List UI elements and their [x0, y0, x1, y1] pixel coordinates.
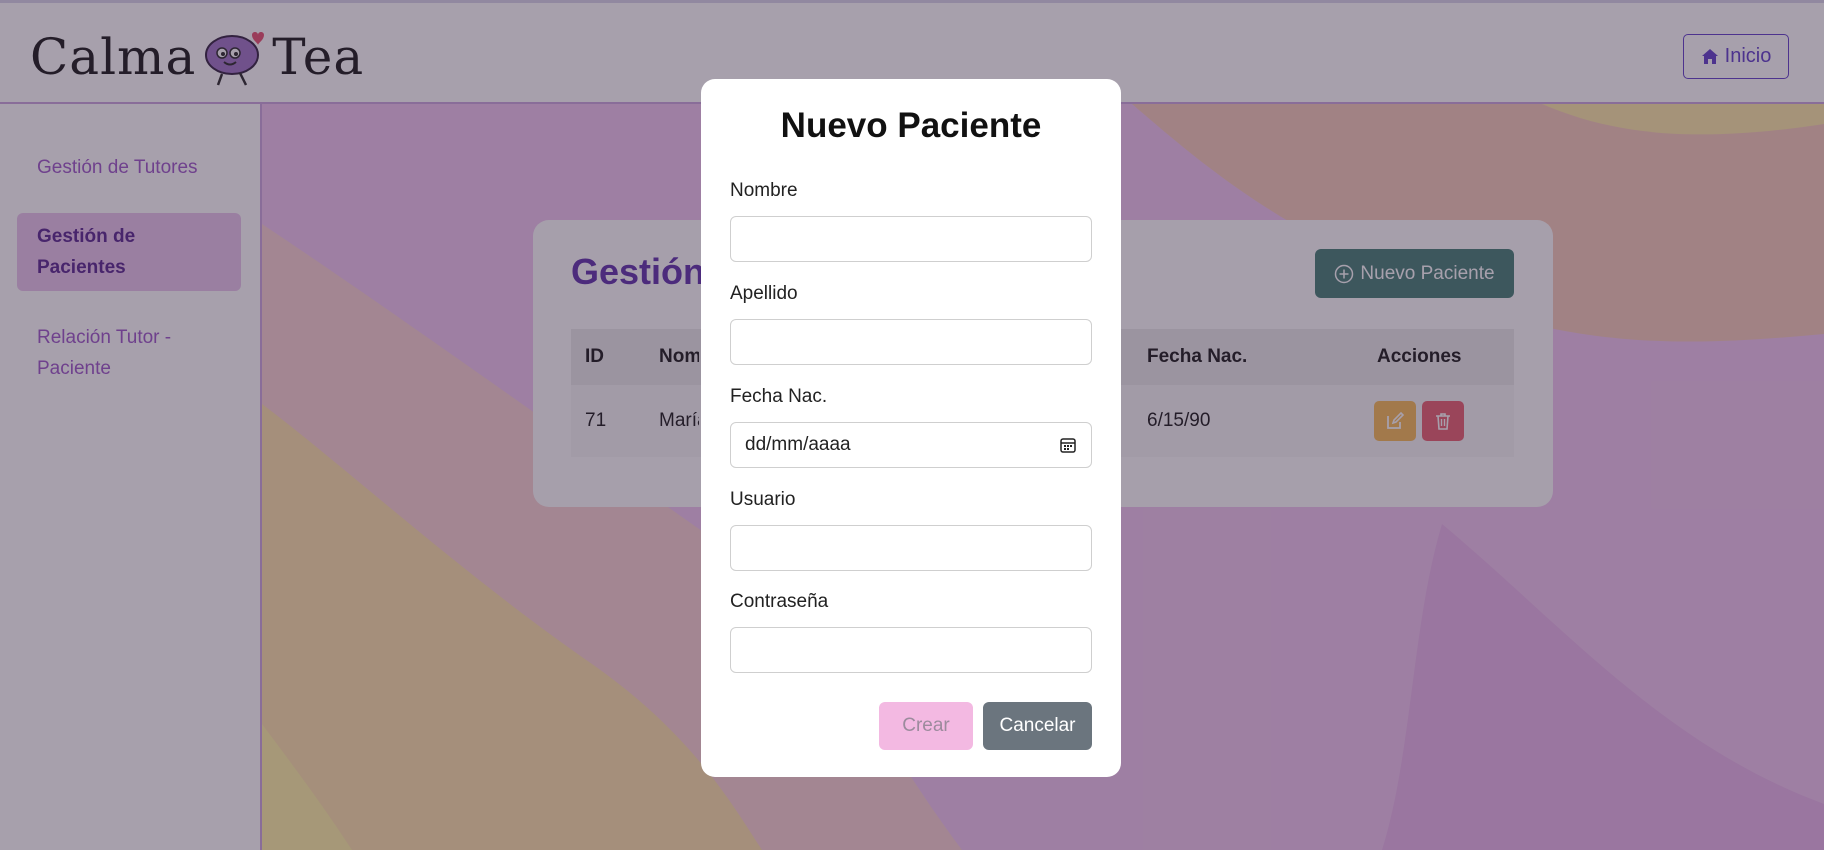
fecha-label: Fecha Nac.	[730, 386, 828, 407]
cancel-button[interactable]: Cancelar	[983, 702, 1092, 750]
nombre-input[interactable]	[730, 216, 1092, 262]
app: Calma Tea Inicio Gestión de Tutores Gest…	[0, 0, 1824, 850]
usuario-label: Usuario	[730, 489, 796, 510]
fecha-placeholder: dd/mm/aaaa	[745, 434, 851, 455]
apellido-input[interactable]	[730, 319, 1092, 365]
fecha-input[interactable]: dd/mm/aaaa	[730, 422, 1092, 468]
modal-title: Nuevo Paciente	[780, 106, 1042, 145]
calendar-icon[interactable]	[1059, 436, 1077, 454]
apellido-label: Apellido	[730, 283, 798, 304]
create-button[interactable]: Crear	[879, 702, 973, 750]
password-label: Contraseña	[730, 591, 829, 612]
nombre-label: Nombre	[730, 180, 798, 201]
usuario-input[interactable]	[730, 525, 1092, 571]
password-input[interactable]	[730, 627, 1092, 673]
new-patient-modal: Nuevo Paciente Nombre Apellido Fecha Nac…	[701, 79, 1121, 777]
